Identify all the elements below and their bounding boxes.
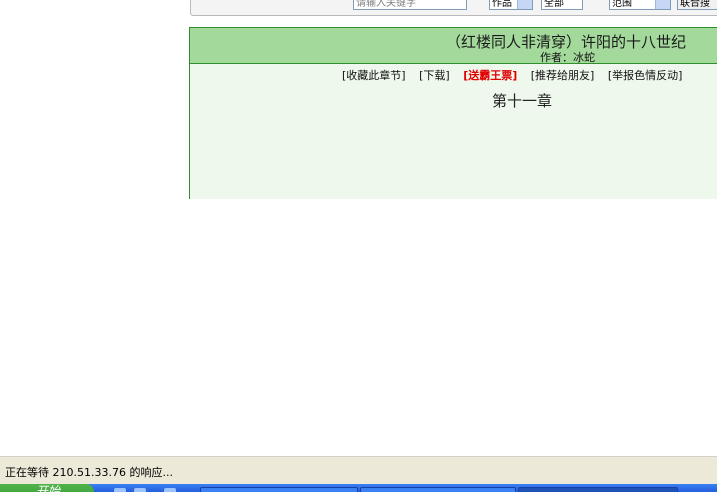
range-select[interactable]: 范围 <box>609 0 671 10</box>
taskbar-window-button[interactable] <box>360 487 516 492</box>
search-submit-button[interactable]: 联合搜 <box>677 0 717 10</box>
chevron-down-icon <box>655 0 670 9</box>
taskbar-window-button-active[interactable] <box>518 487 678 492</box>
vote-link[interactable]: [送霸王票] <box>463 69 517 82</box>
bookmark-chapter-link[interactable]: [收藏此章节] <box>342 69 406 82</box>
start-button[interactable]: 开始 <box>0 484 94 492</box>
quick-launch-icon[interactable] <box>114 488 126 492</box>
recommend-link[interactable]: [推荐给朋友] <box>531 69 595 82</box>
status-text: 正在等待 210.51.33.76 的响应... <box>5 466 173 479</box>
filter-select[interactable]: 全部 <box>541 0 583 10</box>
search-toolbar: 请输入关键字 作品 全部 范围 联合搜 <box>190 0 717 16</box>
quick-launch-icon[interactable] <box>134 488 146 492</box>
taskbar-window-button[interactable] <box>200 487 358 492</box>
author-link[interactable]: 作者：冰蛇 <box>540 49 595 65</box>
chapter-header: （红楼同人非清穿）许阳的十八世纪 作者：冰蛇 <box>190 28 717 64</box>
quick-launch-icon[interactable] <box>164 488 176 492</box>
taskbar: 开始 <box>0 484 717 492</box>
range-select-value: 范围 <box>612 0 632 9</box>
type-select[interactable]: 作品 <box>489 0 533 10</box>
chapter-panel: （红楼同人非清穿）许阳的十八世纪 作者：冰蛇 [收藏此章节] [下载] [送霸王… <box>189 27 717 199</box>
download-link[interactable]: [下载] <box>419 69 450 82</box>
browser-status-bar: 正在等待 210.51.33.76 的响应... <box>0 456 717 484</box>
keyword-input[interactable]: 请输入关键字 <box>353 0 467 10</box>
filter-select-value: 全部 <box>544 0 564 9</box>
report-link[interactable]: [举报色情反动] <box>608 69 683 82</box>
start-label: 开始 <box>36 484 61 492</box>
chapter-heading: 第十一章 <box>492 92 553 110</box>
type-select-value: 作品 <box>492 0 512 9</box>
chapter-actions: [收藏此章节] [下载] [送霸王票] [推荐给朋友] [举报色情反动] <box>342 67 692 83</box>
chevron-down-icon <box>517 0 532 9</box>
